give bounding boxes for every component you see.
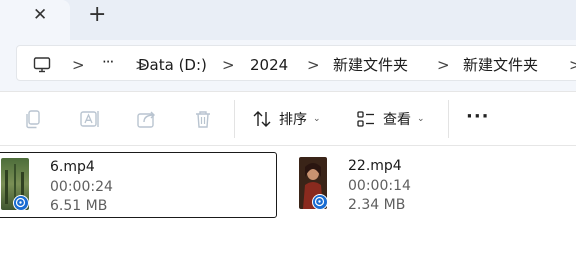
sort-button[interactable]: 排序 ⌄ [252, 106, 321, 132]
copy-icon[interactable] [22, 108, 44, 130]
view-button[interactable]: 查看 ⌄ [356, 106, 425, 132]
rename-icon[interactable] [79, 108, 101, 130]
hidden-crumbs-button[interactable]: ··· [102, 52, 114, 72]
file-name: 22.mp4 [348, 158, 402, 174]
more-options-button[interactable]: ··· [466, 106, 490, 127]
file-duration: 00:00:24 [50, 179, 113, 195]
crumb-separator[interactable]: > [569, 55, 576, 75]
file-item-6mp4[interactable]: 6.mp4 00:00:24 6.51 MB [0, 152, 277, 218]
chevron-down-icon: ⌄ [313, 114, 321, 124]
divider [234, 100, 235, 138]
view-label: 查看 [383, 112, 411, 128]
crumb-separator[interactable]: > [437, 55, 450, 75]
file-size: 2.34 MB [348, 197, 406, 213]
crumb-separator[interactable]: > [307, 55, 320, 75]
file-item-22mp4[interactable]: 22.mp4 00:00:14 2.34 MB [295, 152, 575, 218]
breadcrumb-folder-1[interactable]: 新建文件夹 [333, 55, 408, 75]
share-icon[interactable] [136, 108, 158, 130]
file-duration: 00:00:14 [348, 178, 411, 194]
crumb-separator[interactable]: > [72, 55, 85, 75]
file-name: 6.mp4 [50, 159, 95, 175]
close-tab-icon[interactable]: ✕ [33, 5, 47, 25]
breadcrumb-folder-2[interactable]: 新建文件夹 [463, 55, 538, 75]
view-icon [357, 111, 374, 127]
crumb-separator[interactable]: > [222, 55, 235, 75]
breadcrumb-drive[interactable]: Data (D:) [138, 55, 207, 75]
delete-icon[interactable] [192, 108, 214, 130]
sort-icon [253, 111, 271, 127]
divider [448, 100, 449, 138]
sort-label: 排序 [279, 112, 307, 128]
breadcrumb-2024[interactable]: 2024 [250, 55, 288, 75]
video-app-icon [13, 195, 29, 211]
tab-strip: ✕ + [0, 0, 576, 40]
new-tab-button[interactable]: + [88, 3, 106, 27]
address-row: > ··· > Data (D:) > 2024 > 新建文件夹 > 新建文件夹… [0, 40, 576, 92]
file-size: 6.51 MB [50, 198, 108, 214]
pc-icon [33, 57, 51, 73]
active-tab[interactable]: ✕ [0, 0, 70, 40]
command-bar: 排序 ⌄ 查看 ⌄ ··· [0, 92, 576, 146]
chevron-down-icon: ⌄ [417, 114, 425, 124]
video-app-icon [312, 194, 328, 210]
address-bar[interactable]: > ··· > Data (D:) > 2024 > 新建文件夹 > 新建文件夹… [16, 45, 576, 81]
